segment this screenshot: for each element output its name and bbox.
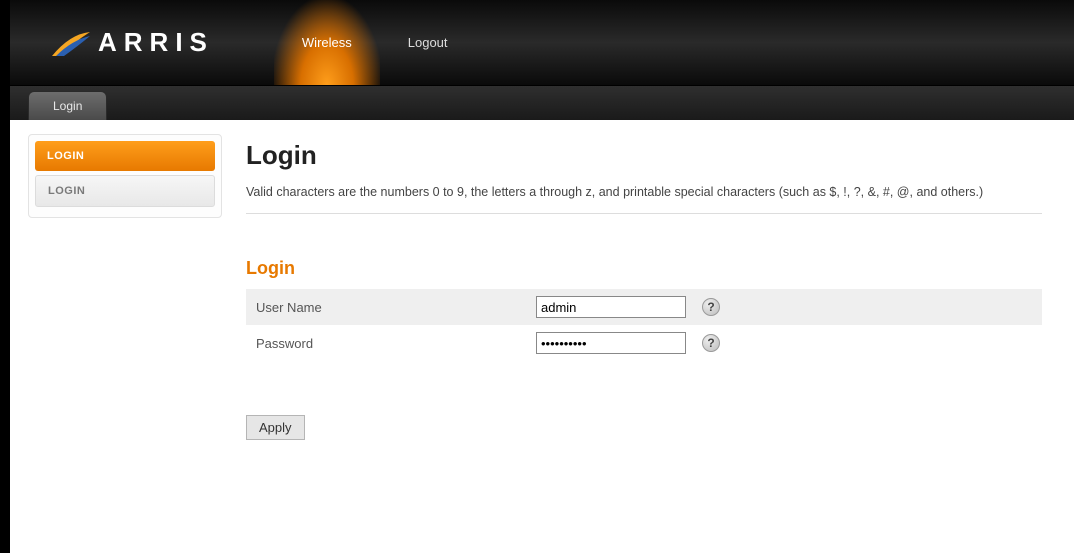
brand-logo: ARRIS (50, 27, 214, 58)
apply-button[interactable]: Apply (246, 415, 305, 440)
divider (246, 213, 1042, 214)
sidebar: LOGIN LOGIN (28, 134, 222, 218)
form-row-username: User Name ? (246, 289, 1042, 325)
page-description: Valid characters are the numbers 0 to 9,… (246, 185, 1042, 199)
sidebar-item-login[interactable]: LOGIN (35, 175, 215, 207)
sub-navbar: Login (10, 86, 1074, 120)
nav-item-label: Wireless (302, 35, 352, 50)
username-label: User Name (256, 300, 536, 315)
top-navbar: ARRIS Wireless Logout (10, 0, 1074, 86)
username-input[interactable] (536, 296, 686, 318)
apply-button-label: Apply (259, 420, 292, 435)
nav-item-label: Logout (408, 35, 448, 50)
logo-swoosh-icon (50, 30, 92, 60)
section-title: Login (246, 258, 1042, 279)
main-content: Login Valid characters are the numbers 0… (246, 134, 1062, 440)
form-row-password: Password ? (246, 325, 1042, 361)
sidebar-item-login-active[interactable]: LOGIN (35, 141, 215, 171)
tab-label: Login (53, 99, 82, 113)
brand-name: ARRIS (98, 27, 214, 58)
tab-login[interactable]: Login (28, 91, 107, 120)
nav-item-logout[interactable]: Logout (380, 0, 476, 85)
sidebar-item-label: LOGIN (48, 185, 85, 197)
sidebar-item-label: LOGIN (47, 150, 84, 162)
main-nav: Wireless Logout (274, 0, 476, 85)
password-label: Password (256, 336, 536, 351)
page-title: Login (246, 140, 1042, 171)
help-icon[interactable]: ? (702, 334, 720, 352)
help-icon[interactable]: ? (702, 298, 720, 316)
password-input[interactable] (536, 332, 686, 354)
nav-item-wireless[interactable]: Wireless (274, 0, 380, 85)
